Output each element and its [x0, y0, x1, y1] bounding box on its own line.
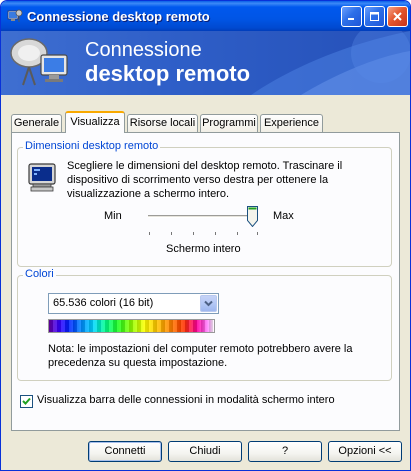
slider-tick — [215, 232, 216, 235]
connection-bar-checkbox[interactable] — [20, 395, 33, 408]
dropdown-button[interactable] — [200, 295, 217, 312]
color-depth-select[interactable]: 65.536 colori (16 bit) — [48, 293, 219, 314]
tab-panel-visualizza: Dimensioni desktop remoto Scegliere le d… — [11, 132, 400, 431]
tab-programmi[interactable]: Programmi — [200, 114, 258, 132]
title-bar[interactable]: Connessione desktop remoto — [1, 1, 410, 31]
close-icon — [393, 12, 402, 21]
monitor-icon — [28, 163, 56, 192]
display-size-slider-track[interactable] — [148, 215, 258, 218]
close-window-button[interactable] — [387, 6, 408, 27]
display-size-slider-thumb[interactable] — [247, 206, 258, 227]
display-size-description: Scegliere le dimensioni del desktop remo… — [67, 160, 343, 200]
options-button[interactable]: Opzioni << — [328, 441, 402, 462]
color-depth-value: 65.536 colori (16 bit) — [53, 297, 154, 309]
window-title: Connessione desktop remoto — [27, 9, 210, 24]
display-size-group: Dimensioni desktop remoto Scegliere le d… — [17, 140, 392, 267]
banner: Connessione desktop remoto — [1, 31, 410, 95]
remote-desktop-window: Connessione desktop remoto Connessione d… — [0, 0, 411, 471]
tab-generale[interactable]: Generale — [11, 114, 62, 132]
slider-tick — [257, 232, 258, 235]
slider-current-value: Schermo intero — [166, 243, 241, 255]
spectrum-bands — [49, 320, 214, 332]
remote-desktop-icon — [7, 9, 23, 22]
minimize-icon — [348, 18, 354, 20]
tab-visualizza[interactable]: Visualizza — [65, 111, 125, 133]
display-size-group-label: Dimensioni desktop remoto — [23, 140, 161, 152]
checkmark-icon — [22, 397, 31, 405]
slider-tick — [149, 232, 150, 235]
maximize-icon — [370, 12, 379, 21]
slider-min-label: Min — [104, 210, 122, 222]
slider-tick — [193, 232, 194, 235]
colors-group: Colori 65.536 colori (16 bit) Nota: le i… — [17, 268, 392, 381]
colors-note: Nota: le impostazioni del computer remot… — [48, 343, 353, 369]
connection-bar-label[interactable]: Visualizza barra delle connessioni in mo… — [37, 394, 335, 406]
help-button[interactable]: ? — [248, 441, 322, 462]
slider-tick — [237, 232, 238, 235]
close-button[interactable]: Chiudi — [168, 441, 242, 462]
tab-risorse-locali[interactable]: Risorse locali — [127, 114, 198, 132]
maximize-button[interactable] — [364, 6, 385, 27]
slider-tick — [171, 232, 172, 235]
banner-title-line2: desktop remoto — [85, 61, 251, 86]
colors-group-label: Colori — [23, 268, 56, 280]
tab-experience[interactable]: Experience — [260, 114, 323, 132]
slider-max-label: Max — [273, 210, 294, 222]
color-spectrum-preview — [48, 319, 215, 333]
connect-button[interactable]: Connetti — [88, 441, 162, 462]
banner-title-line1: Connessione — [85, 39, 202, 61]
remote-desktop-logo-icon — [10, 38, 68, 86]
chevron-down-icon — [204, 300, 213, 307]
minimize-button[interactable] — [341, 6, 362, 27]
